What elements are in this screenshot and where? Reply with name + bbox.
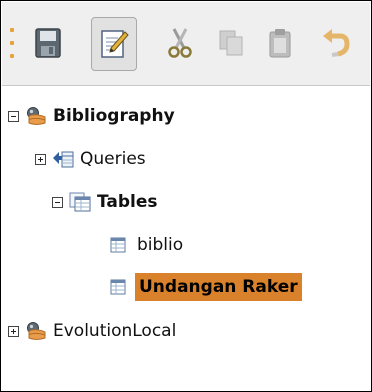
save-icon (35, 28, 61, 58)
database-tree: Bibliography Queries Tables biblio Undan… (2, 86, 370, 391)
tree-node-label: Queries (80, 149, 146, 169)
toolbar (2, 2, 370, 86)
window-frame: Bibliography Queries Tables biblio Undan… (0, 0, 372, 392)
tree-node-bibliography[interactable]: Bibliography (8, 101, 175, 131)
database-icon (27, 322, 46, 340)
tree-node-label: Bibliography (53, 106, 175, 126)
toolbar-grip-handle[interactable] (10, 28, 14, 58)
undo-icon (323, 29, 350, 57)
table-icon (110, 279, 126, 295)
database-icon (27, 107, 46, 125)
tree-node-label-selected: Undangan Raker (135, 273, 302, 301)
copy-icon (219, 30, 243, 56)
paste-icon (269, 29, 291, 58)
expand-toggle[interactable] (8, 325, 19, 337)
edit-mode-button[interactable] (91, 17, 137, 71)
tree-node-evolutionlocal[interactable]: EvolutionLocal (8, 316, 176, 346)
edit-icon (101, 30, 129, 58)
tree-node-table-biblio[interactable]: biblio (109, 230, 183, 260)
tree-node-label: EvolutionLocal (53, 321, 177, 341)
tree-node-queries[interactable]: Queries (35, 144, 146, 174)
cut-icon (168, 28, 192, 58)
tree-node-label: biblio (137, 235, 184, 255)
paste-button[interactable] (260, 22, 300, 64)
copy-button[interactable] (211, 22, 251, 64)
collapse-toggle[interactable] (8, 110, 19, 122)
save-button[interactable] (28, 22, 68, 64)
tree-node-label: Tables (97, 192, 158, 212)
queries-icon (53, 151, 74, 168)
collapse-toggle[interactable] (52, 196, 63, 208)
tables-icon (69, 192, 91, 212)
tree-node-table-undangan-raker[interactable]: Undangan Raker (109, 272, 302, 302)
expand-toggle[interactable] (35, 153, 46, 165)
undo-button[interactable] (316, 22, 356, 64)
table-icon (110, 237, 126, 253)
tree-node-tables[interactable]: Tables (52, 187, 158, 217)
cut-button[interactable] (160, 22, 200, 64)
